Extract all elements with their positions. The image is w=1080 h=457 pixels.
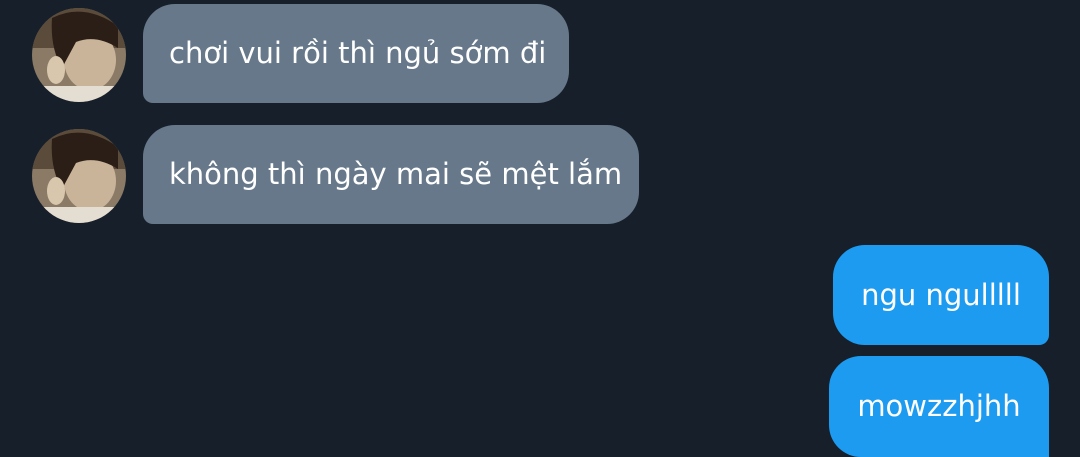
profile-photo bbox=[32, 129, 126, 223]
avatar[interactable] bbox=[32, 129, 126, 223]
message-text: không thì ngày mai sẽ mệt lắm bbox=[169, 157, 623, 191]
message-text: chơi vui rồi thì ngủ sớm đi bbox=[169, 36, 547, 70]
message-text: ngu ngulllll bbox=[861, 277, 1021, 312]
message-text: mowzzhjhh bbox=[857, 389, 1021, 423]
message-bubble-outgoing[interactable]: mowzzhjhh bbox=[829, 356, 1049, 457]
message-bubble-outgoing[interactable]: ngu ngulllll bbox=[833, 245, 1049, 345]
message-bubble-incoming[interactable]: chơi vui rồi thì ngủ sớm đi bbox=[143, 4, 569, 103]
profile-photo bbox=[32, 8, 126, 102]
message-bubble-incoming[interactable]: không thì ngày mai sẽ mệt lắm bbox=[143, 125, 639, 224]
avatar[interactable] bbox=[32, 8, 126, 102]
